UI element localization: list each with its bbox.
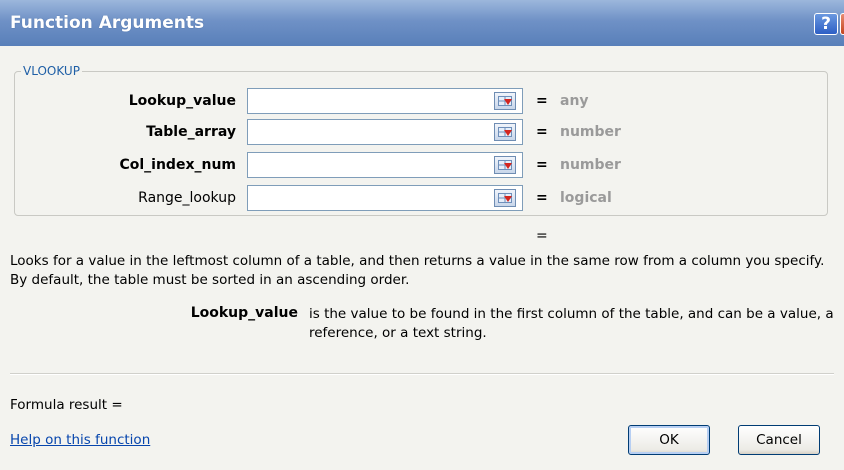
help-button[interactable]: ? [814, 13, 838, 35]
argument-label: Range_lookup [138, 190, 236, 206]
col-index-num-input[interactable] [247, 152, 523, 178]
argument-type: logical [560, 190, 612, 206]
formula-result: Formula result = [10, 397, 123, 413]
argument-type: number [560, 124, 621, 140]
equals-sign: = [536, 190, 548, 206]
argument-help-text: is the value to be found in the first co… [309, 306, 834, 341]
argument-label: Table_array [146, 124, 236, 140]
range-selector-icon[interactable] [494, 189, 516, 207]
function-description: Looks for a value in the leftmost column… [10, 253, 825, 288]
range-selector-icon[interactable] [494, 123, 516, 141]
function-name: VLOOKUP [23, 64, 80, 78]
argument-row-range-lookup: Range_lookup = logical [0, 185, 844, 211]
function-arguments-dialog: Function Arguments ? VLOOKUP Lookup_valu… [0, 0, 844, 470]
divider [10, 373, 834, 375]
close-button[interactable] [840, 13, 844, 35]
argument-label: Col_index_num [119, 157, 236, 173]
ok-button[interactable]: OK [628, 425, 710, 455]
range-selector-icon[interactable] [494, 92, 516, 110]
argument-label: Lookup_value [128, 93, 236, 109]
lookup-value-input[interactable] [247, 88, 523, 114]
table-array-input[interactable] [247, 119, 523, 145]
equals-sign: = [536, 93, 548, 109]
dialog-title: Function Arguments [10, 13, 205, 33]
range-selector-icon[interactable] [494, 156, 516, 174]
argument-type: any [560, 93, 589, 109]
argument-row-table-array: Table_array = number [0, 119, 844, 145]
argument-help-name: Lookup_value [190, 305, 298, 321]
argument-type: number [560, 157, 621, 173]
range-lookup-input[interactable] [247, 185, 523, 211]
cancel-button[interactable]: Cancel [738, 425, 820, 455]
title-bar[interactable]: Function Arguments ? [0, 0, 844, 46]
function-result-equals: = [536, 228, 548, 244]
help-on-function-link[interactable]: Help on this function [10, 432, 150, 448]
argument-row-lookup-value: Lookup_value = any [0, 88, 844, 114]
argument-row-col-index-num: Col_index_num = number [0, 152, 844, 178]
equals-sign: = [536, 124, 548, 140]
equals-sign: = [536, 157, 548, 173]
